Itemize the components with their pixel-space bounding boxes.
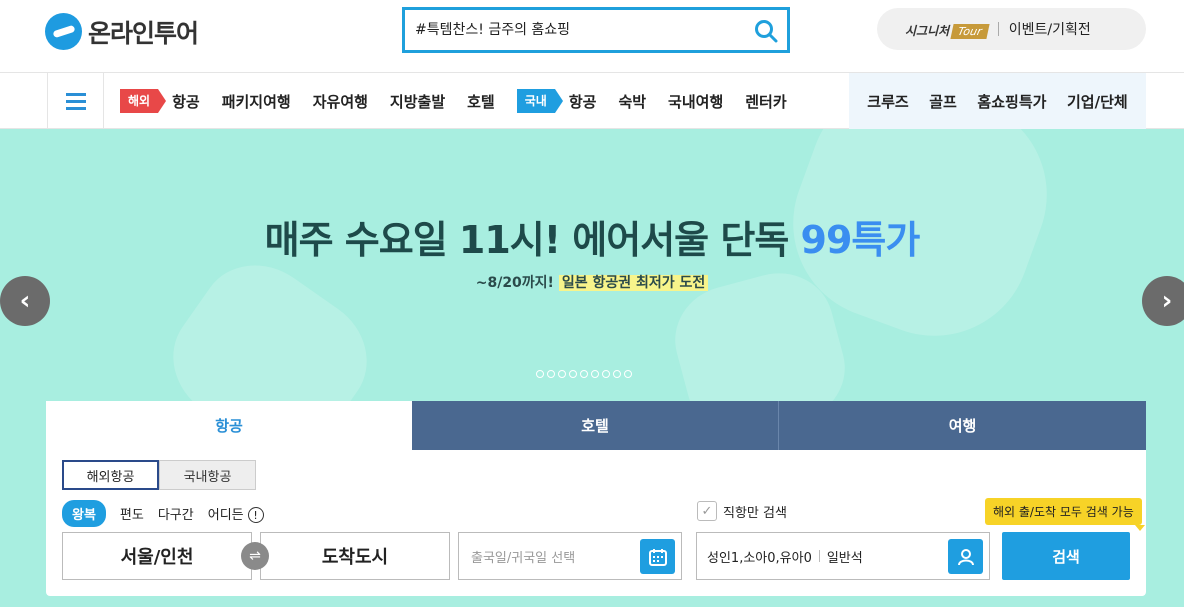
nav-homeshopping[interactable]: 홈쇼핑특가 (977, 91, 1046, 112)
date-field[interactable]: 출국일/귀국일 선택 (458, 532, 682, 580)
checkbox-icon[interactable]: ✓ (697, 501, 717, 521)
carousel-dot[interactable] (602, 370, 610, 378)
subtab-overseas-air[interactable]: 해외항공 (62, 460, 159, 490)
tab-air[interactable]: 항공 (46, 401, 412, 450)
nav-cruise[interactable]: 크루즈 (867, 91, 908, 112)
search-input[interactable] (415, 10, 735, 50)
nav-free-travel[interactable]: 자유여행 (313, 91, 368, 112)
logo-text: 온라인투어 (88, 18, 199, 48)
search-tabs: 항공 호텔 여행 (46, 401, 1146, 450)
divider (997, 22, 999, 36)
nav-hotel[interactable]: 호텔 (467, 91, 495, 112)
passenger-count: 성인1,소아0,유아0 (707, 550, 812, 566)
headline-text: 매주 수요일 11시! 에어서울 단독 (264, 218, 801, 262)
top-header: 온라인투어 시그니처Tour 이벤트/기획전 (0, 0, 1184, 73)
search-button[interactable]: 검색 (1002, 532, 1130, 580)
carousel-dot[interactable] (613, 370, 621, 378)
tab-hotel[interactable]: 호텔 (412, 401, 779, 450)
events-link[interactable]: 이벤트/기획전 (1009, 19, 1091, 39)
carousel-dot[interactable] (558, 370, 566, 378)
origin-field[interactable]: 서울/인천 (62, 532, 252, 580)
nav-domestic-travel[interactable]: 국내여행 (668, 91, 723, 112)
date-placeholder: 출국일/귀국일 선택 (471, 550, 576, 566)
carousel-dot[interactable] (536, 370, 544, 378)
divider (818, 550, 820, 562)
carousel-dot[interactable] (580, 370, 588, 378)
prev-slide-icon[interactable]: ‹ (0, 276, 50, 326)
hamburger-menu-icon[interactable] (47, 73, 104, 129)
destination-field[interactable]: 도착도시 (260, 532, 450, 580)
plane-logo-icon (45, 13, 82, 50)
search-tooltip: 해외 출/도착 모두 검색 가능 (985, 498, 1145, 531)
destination-value: 도착도시 (321, 547, 389, 568)
nav-lodging[interactable]: 숙박 (618, 91, 646, 112)
trip-oneway[interactable]: 편도 (120, 504, 144, 523)
nav-corporate[interactable]: 기업/단체 (1067, 91, 1128, 112)
search-box (402, 7, 790, 53)
nav-rentcar[interactable]: 렌터카 (745, 91, 786, 112)
trip-multicity[interactable]: 다구간 (158, 504, 194, 523)
utility-links: 시그니처 Tour 이벤트/기획전 (877, 8, 1146, 50)
trip-type-options: 왕복 편도 다구간 어디든! (62, 500, 264, 527)
search-panel: 항공 호텔 여행 해외항공 국내항공 왕복 편도 다구간 어디든! ✓ 직항만 … (46, 401, 1146, 596)
carousel-dot[interactable] (624, 370, 632, 378)
subline-marked: 일본 항공권 최저가 도전 (558, 275, 709, 291)
carousel-dot[interactable] (591, 370, 599, 378)
banner-subline: ~8/20까지! 일본 항공권 최저가 도전 (0, 272, 1184, 292)
banner-headline: 매주 수요일 11시! 에어서울 단독 99특가 (0, 209, 1184, 264)
subtab-domestic-air[interactable]: 국내항공 (159, 460, 256, 490)
person-icon[interactable] (948, 539, 983, 574)
next-slide-icon[interactable]: › (1142, 276, 1184, 326)
headline-highlight: 99특가 (800, 218, 921, 262)
special-nav: 크루즈 골프 홈쇼핑특가 기업/단체 (849, 73, 1146, 129)
overseas-tag: 해외 (120, 89, 167, 113)
cabin-class: 일반석 (826, 550, 863, 566)
nav-overseas-air[interactable]: 항공 (172, 91, 200, 112)
trip-anywhere[interactable]: 어디든! (208, 504, 264, 524)
signature-tour-link[interactable]: 시그니처 Tour (905, 20, 990, 39)
nav-regional-departure[interactable]: 지방출발 (390, 91, 445, 112)
main-navigation: 해외 항공 패키지여행 자유여행 지방출발 호텔 국내 항공 숙박 국내여행 렌… (0, 73, 1184, 129)
trip-roundtrip[interactable]: 왕복 (62, 500, 106, 527)
direct-only-label: 직항만 검색 (723, 505, 787, 521)
carousel-dots (536, 370, 632, 378)
site-logo[interactable]: 온라인투어 (45, 13, 199, 50)
swap-icon[interactable]: ⇌ (241, 542, 269, 570)
trip-anywhere-label: 어디든 (207, 507, 244, 523)
origin-value: 서울/인천 (120, 547, 194, 568)
tab-tour[interactable]: 여행 (779, 401, 1146, 450)
search-icon[interactable] (753, 18, 779, 44)
nav-package-tour[interactable]: 패키지여행 (222, 91, 291, 112)
signature-label: 시그니처 (905, 23, 950, 38)
category-nav: 해외 항공 패키지여행 자유여행 지방출발 호텔 국내 항공 숙박 국내여행 렌… (120, 73, 809, 129)
calendar-icon[interactable] (640, 539, 675, 574)
carousel-dot[interactable] (547, 370, 555, 378)
direct-only-option[interactable]: ✓ 직항만 검색 (697, 501, 787, 521)
subline-prefix: ~8/20까지! (475, 275, 559, 291)
carousel-dot[interactable] (569, 370, 577, 378)
passenger-field[interactable]: 성인1,소아0,유아0 일반석 (696, 532, 990, 580)
nav-golf[interactable]: 골프 (929, 91, 957, 112)
info-icon[interactable]: ! (247, 507, 264, 524)
domestic-tag: 국내 (516, 89, 563, 113)
nav-domestic-air[interactable]: 항공 (569, 91, 597, 112)
tour-badge: Tour (950, 23, 990, 39)
air-subtabs: 해외항공 국내항공 (62, 460, 256, 490)
